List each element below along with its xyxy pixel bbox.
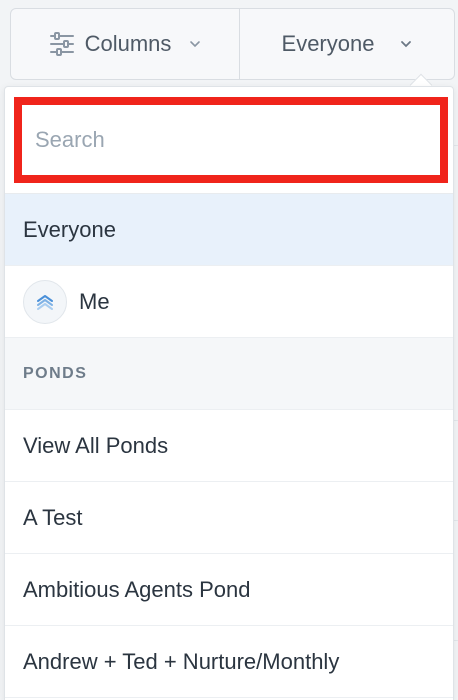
dropdown-item-label: Me (79, 288, 110, 314)
columns-label: Columns (84, 31, 172, 56)
section-title: PONDS (23, 364, 88, 382)
pond-item-label: View All Ponds (23, 432, 169, 458)
highlight-box (14, 97, 448, 183)
stage: Columns Everyone Everyone (0, 0, 458, 700)
everyone-filter-button[interactable]: Everyone (240, 9, 454, 79)
chevron-stack-icon (37, 294, 53, 310)
pond-item[interactable]: View All Ponds (5, 410, 453, 482)
section-header-ponds: PONDS (5, 338, 453, 410)
everyone-label: Everyone (281, 31, 375, 56)
chevron-down-icon (401, 41, 412, 48)
pond-item-label: Andrew + Ted + Nurture/Monthly (23, 648, 340, 674)
search-container (5, 87, 453, 194)
dropdown-panel: Everyone Me PONDS View All Ponds A Test (4, 86, 454, 700)
sliders-icon (49, 32, 74, 56)
chevron-down-icon (190, 41, 201, 48)
toolbar: Columns Everyone (10, 8, 455, 80)
pond-item[interactable]: Ambitious Agents Pond (5, 554, 453, 626)
columns-button[interactable]: Columns (11, 9, 240, 79)
pond-item-label: A Test (23, 504, 83, 530)
search-input[interactable] (35, 118, 425, 162)
pond-item-label: Ambitious Agents Pond (23, 576, 251, 602)
pond-item[interactable]: A Test (5, 482, 453, 554)
agent-avatar-icon (23, 279, 67, 324)
dropdown-item-label: Everyone (23, 216, 116, 242)
dropdown-item-everyone[interactable]: Everyone (5, 194, 453, 266)
dropdown-item-me[interactable]: Me (5, 266, 453, 338)
pond-item[interactable]: Andrew + Ted + Nurture/Monthly (5, 626, 453, 698)
